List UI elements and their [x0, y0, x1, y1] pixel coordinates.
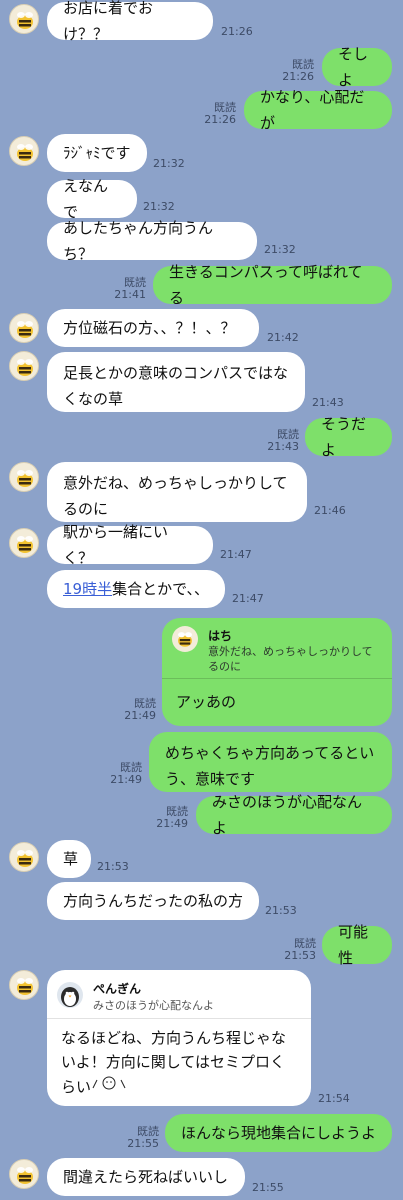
bee-avatar-icon[interactable] — [9, 842, 39, 872]
message-text: 可能性 — [338, 923, 369, 967]
message-time: 21:49 — [156, 817, 188, 830]
quoted-text-line: るのに — [208, 660, 241, 673]
message-text: 草 — [63, 850, 79, 868]
message-time: 21:32 — [153, 157, 185, 170]
message-time: 21:32 — [143, 200, 175, 213]
quoted-message[interactable]: ぺんぎん みさのほうが心配なんよ — [47, 970, 311, 1019]
bee-avatar-icon[interactable] — [9, 1159, 39, 1189]
message-text-line: 意外だね、めっちゃしっかりして — [63, 474, 288, 492]
message-text-line: 足長とかの意味のコンパスではな — [63, 364, 289, 382]
message-text-line: らい — [61, 1074, 127, 1100]
message-bubble[interactable]: お店に着でおけ？？ — [47, 0, 213, 43]
message-bubble[interactable]: 足長とかの意味のコンパスではな くなの草 — [47, 352, 305, 412]
message-time: 21:42 — [267, 331, 299, 344]
message-bubble[interactable]: 方向うんちだったの私の方 — [47, 882, 259, 920]
message-time: 21:46 — [314, 504, 346, 517]
message-bubble[interactable]: ほんなら現地集合にしようよ — [165, 1114, 392, 1152]
quoted-sender-name: はち — [208, 629, 233, 643]
message-text: みさのほうが心配なんよ — [212, 793, 363, 837]
message-bubble[interactable]: 方位磁石の方、、？！、？ — [47, 309, 259, 347]
message-text-line: なるほどね、方向うんち程じゃな — [61, 1029, 287, 1047]
message-time: 21:47 — [232, 592, 264, 605]
message-text-fragment: らい — [61, 1078, 92, 1096]
message-text: 生きるコンパスって呼ばれてる — [169, 263, 363, 307]
message-time: 21:49 — [110, 773, 142, 786]
message-bubble[interactable]: みさのほうが心配なんよ — [196, 793, 392, 837]
reply-bubble[interactable]: はち 意外だね、めっちゃしっかりして るのに アッあの — [162, 618, 392, 726]
message-text: ほんなら現地集合にしようよ — [181, 1124, 377, 1142]
shrug-face-icon — [91, 1074, 127, 1100]
message-time: 21:26 — [282, 70, 314, 83]
chat-timeline[interactable]: お店に着でおけ？？ 21:26 既読 21:26 そしよ 既読 21:26 かな… — [0, 0, 403, 1200]
message-text: そうだよ — [321, 415, 367, 459]
message-bubble[interactable]: そうだよ — [305, 415, 392, 459]
bee-avatar-icon[interactable] — [9, 136, 39, 166]
bee-avatar-icon[interactable] — [9, 528, 39, 558]
message-bubble[interactable]: 間違えたら死ねばいいし — [47, 1158, 245, 1196]
message-text: 19時半集合とかで、、 — [63, 576, 209, 602]
message-bubble[interactable]: 19時半集合とかで、、 — [47, 570, 225, 608]
message-time: 21:43 — [267, 440, 299, 453]
message-text-line: くなの草 — [63, 390, 124, 408]
bee-avatar-icon — [172, 626, 198, 652]
message-time: 21:54 — [318, 1092, 350, 1105]
message-bubble[interactable]: あしたちゃん方向うんち？ — [47, 219, 257, 263]
message-bubble[interactable]: ﾗｼﾞｬﾐです — [47, 134, 147, 172]
message-text: 駅から一緒にいく？ — [63, 523, 169, 567]
message-time: 21:53 — [265, 904, 297, 917]
message-bubble[interactable]: 生きるコンパスって呼ばれてる — [153, 263, 392, 307]
quoted-text-line: 意外だね、めっちゃしっかりして — [208, 645, 373, 658]
quoted-message[interactable]: はち 意外だね、めっちゃしっかりして るのに — [162, 618, 392, 679]
time-link[interactable]: 19時半 — [63, 580, 112, 598]
message-text: お店に着でおけ？？ — [63, 0, 154, 43]
message-bubble[interactable]: めちゃくちゃ方向あってるとい う、意味です — [149, 732, 392, 792]
message-text: 方位磁石の方、、？！、？ — [63, 319, 236, 337]
message-bubble[interactable]: そしよ — [322, 45, 392, 89]
message-time: 21:53 — [97, 860, 129, 873]
message-bubble[interactable]: かなり、心配だが — [244, 88, 392, 132]
message-bubble[interactable]: えなんで — [47, 177, 137, 221]
bee-avatar-icon[interactable] — [9, 313, 39, 343]
message-time: 21:41 — [114, 288, 146, 301]
bee-avatar-icon[interactable] — [9, 351, 39, 381]
message-bubble[interactable]: 草 — [47, 840, 91, 878]
message-time: 21:32 — [264, 243, 296, 256]
bee-avatar-icon[interactable] — [9, 462, 39, 492]
quoted-sender-name: ぺんぎん — [93, 982, 142, 996]
reply-bubble[interactable]: ぺんぎん みさのほうが心配なんよ なるほどね、方向うんち程じゃな いよ！方向に関… — [47, 970, 311, 1106]
message-text: 間違えたら死ねばいいし — [63, 1168, 229, 1186]
message-bubble[interactable]: 可能性 — [322, 923, 392, 967]
bee-avatar-icon[interactable] — [9, 970, 39, 1000]
message-text-line: いよ！方向に関してはセミプロく — [61, 1053, 285, 1071]
quoted-text: みさのほうが心配なんよ — [93, 999, 214, 1012]
message-text: 方向うんちだったの私の方 — [63, 892, 244, 910]
message-text: ﾗｼﾞｬﾐです — [63, 144, 131, 162]
penguin-icon — [57, 982, 83, 1008]
message-bubble[interactable]: 意外だね、めっちゃしっかりして るのに — [47, 462, 307, 522]
message-time: 21:55 — [252, 1181, 284, 1194]
message-time: 21:26 — [204, 113, 236, 126]
message-text-rest: 集合とかで、、 — [112, 580, 209, 598]
message-time: 21:43 — [312, 396, 344, 409]
message-time: 21:26 — [221, 25, 253, 38]
message-text: アッあの — [176, 693, 237, 711]
message-time: 21:47 — [220, 548, 252, 561]
message-bubble[interactable]: 駅から一緒にいく？ — [47, 523, 213, 567]
message-time: 21:53 — [284, 949, 316, 962]
message-text: かなり、心配だが — [260, 88, 365, 132]
message-time: 21:55 — [127, 1137, 159, 1150]
bee-avatar-icon[interactable] — [9, 4, 39, 34]
message-time: 21:49 — [124, 709, 156, 722]
message-text-line: めちゃくちゃ方向あってるとい — [165, 744, 375, 762]
